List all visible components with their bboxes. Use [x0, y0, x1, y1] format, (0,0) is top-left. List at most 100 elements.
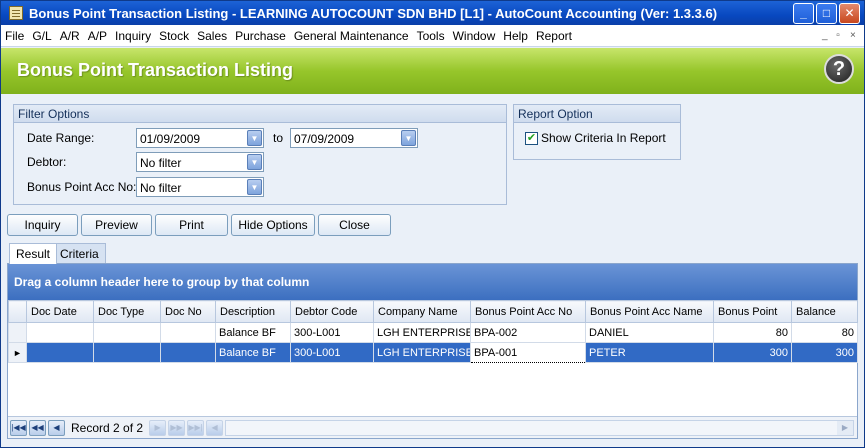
chevron-down-icon[interactable]: ▼	[247, 179, 262, 195]
col-header-bonus-acc-no[interactable]: Bonus Point Acc No	[470, 300, 586, 323]
app-icon	[9, 6, 23, 20]
cell-doc-date[interactable]	[26, 322, 94, 343]
col-header-doc-date[interactable]: Doc Date	[26, 300, 94, 323]
menu-report[interactable]: Report	[532, 29, 576, 43]
close-window-button[interactable]: ✕	[839, 2, 860, 24]
table-row-selected[interactable]: ► Balance BF 300-L001 LGH ENTERPRISE BPA…	[8, 342, 858, 363]
scroll-left-icon[interactable]: ◀	[206, 419, 224, 436]
table-row[interactable]: Balance BF 300-L001 LGH ENTERPRISE BPA-0…	[8, 322, 858, 343]
last-record-icon[interactable]: ▶▶|	[187, 419, 205, 436]
result-grid: Doc Date Doc Type Doc No Description Deb…	[8, 300, 858, 363]
mdi-controls: _ ▫ ×	[818, 30, 858, 42]
cell-doc-type[interactable]	[93, 342, 161, 363]
row-indicator[interactable]	[8, 322, 27, 343]
col-header-doc-no[interactable]: Doc No	[160, 300, 216, 323]
menu-help[interactable]: Help	[499, 29, 532, 43]
chevron-down-icon[interactable]: ▼	[401, 130, 416, 146]
debtor-select[interactable]: No filter ▼	[136, 152, 264, 172]
date-from-field[interactable]: 01/09/2009 ▼	[136, 128, 264, 148]
date-range-label: Date Range:	[27, 131, 95, 145]
col-header-company-name[interactable]: Company Name	[373, 300, 471, 323]
inquiry-button[interactable]: Inquiry	[7, 214, 78, 236]
tab-criteria[interactable]: Criteria	[53, 243, 106, 263]
col-header-balance[interactable]: Balance	[791, 300, 858, 323]
to-label: to	[273, 131, 284, 145]
prev-record-icon[interactable]: ◀	[48, 419, 65, 436]
menu-file[interactable]: File	[1, 29, 28, 43]
cell-doc-no[interactable]	[160, 342, 216, 363]
cell-bonus-point[interactable]: 300	[713, 342, 792, 363]
menu-purchase[interactable]: Purchase	[231, 29, 290, 43]
cell-doc-no[interactable]	[160, 322, 216, 343]
print-button[interactable]: Print	[155, 214, 228, 236]
tab-result[interactable]: Result	[9, 243, 58, 264]
cell-company-name[interactable]: LGH ENTERPRISE	[373, 322, 471, 343]
mdi-close-button[interactable]: ×	[846, 30, 858, 42]
debtor-value: No filter	[140, 156, 182, 170]
horizontal-scrollbar[interactable]: ▶	[225, 419, 854, 436]
col-header-bonus-point[interactable]: Bonus Point	[713, 300, 792, 323]
window-title: Bonus Point Transaction Listing - LEARNI…	[29, 5, 718, 21]
show-criteria-label[interactable]: Show Criteria In Report	[541, 131, 666, 145]
cell-debtor-code[interactable]: 300-L001	[290, 342, 374, 363]
menu-sales[interactable]: Sales	[193, 29, 231, 43]
show-criteria-checkbox[interactable]: ✔	[525, 132, 538, 145]
menu-ap[interactable]: A/P	[84, 29, 111, 43]
col-header-debtor-code[interactable]: Debtor Code	[290, 300, 374, 323]
mdi-restore-button[interactable]: ▫	[832, 30, 844, 42]
selected-row-indicator-icon[interactable]: ►	[8, 342, 27, 363]
bonus-acc-value: No filter	[140, 181, 182, 195]
first-record-icon[interactable]: |◀◀	[10, 419, 27, 436]
close-button[interactable]: Close	[318, 214, 391, 236]
prev-page-icon[interactable]: ◀◀	[29, 419, 46, 436]
title-bar[interactable]: Bonus Point Transaction Listing - LEARNI…	[1, 1, 864, 25]
filter-options-title: Filter Options	[14, 105, 506, 123]
maximize-button[interactable]: □	[816, 2, 837, 24]
chevron-down-icon[interactable]: ▼	[247, 154, 262, 170]
menu-ar[interactable]: A/R	[56, 29, 84, 43]
scroll-right-icon[interactable]: ▶	[837, 420, 853, 435]
cell-bonus-acc-name[interactable]: DANIEL	[585, 322, 714, 343]
cell-bonus-point[interactable]: 80	[713, 322, 792, 343]
hide-options-button[interactable]: Hide Options	[231, 214, 315, 236]
cell-description[interactable]: Balance BF	[215, 342, 291, 363]
debtor-label: Debtor:	[27, 155, 67, 169]
preview-button[interactable]: Preview	[81, 214, 152, 236]
col-header-bonus-acc-name[interactable]: Bonus Point Acc Name	[585, 300, 714, 323]
next-record-icon[interactable]: ▶	[149, 419, 167, 436]
menu-general-maintenance[interactable]: General Maintenance	[290, 29, 413, 43]
cell-balance[interactable]: 300	[791, 342, 858, 363]
minimize-button[interactable]: _	[793, 2, 814, 24]
cell-balance[interactable]: 80	[791, 322, 858, 343]
menu-window[interactable]: Window	[449, 29, 500, 43]
bonus-acc-label: Bonus Point Acc No:	[27, 180, 137, 194]
menu-gl[interactable]: G/L	[28, 29, 55, 43]
next-page-icon[interactable]: ▶▶	[168, 419, 186, 436]
record-navigator: |◀◀ ◀◀ ◀ Record 2 of 2 ▶ ▶▶ ▶▶| ◀ ▶	[8, 416, 857, 438]
mdi-minimize-button[interactable]: _	[818, 30, 830, 42]
page-header: Bonus Point Transaction Listing ?	[1, 48, 864, 94]
date-to-value: 07/09/2009	[294, 132, 355, 146]
menu-stock[interactable]: Stock	[155, 29, 193, 43]
date-from-value: 01/09/2009	[140, 132, 201, 146]
menu-inquiry[interactable]: Inquiry	[111, 29, 155, 43]
cell-doc-type[interactable]	[93, 322, 161, 343]
cell-doc-date[interactable]	[26, 342, 94, 363]
record-count-text: Record 2 of 2	[71, 420, 144, 435]
cell-description[interactable]: Balance BF	[215, 322, 291, 343]
cell-bonus-acc-no[interactable]: BPA-002	[470, 322, 586, 343]
date-to-field[interactable]: 07/09/2009 ▼	[290, 128, 418, 148]
col-header-description[interactable]: Description	[215, 300, 291, 323]
bonus-acc-select[interactable]: No filter ▼	[136, 177, 264, 197]
help-icon[interactable]: ?	[824, 54, 854, 84]
cell-bonus-acc-name[interactable]: PETER	[585, 342, 714, 363]
group-by-panel[interactable]: Drag a column header here to group by th…	[8, 264, 857, 300]
cell-debtor-code[interactable]: 300-L001	[290, 322, 374, 343]
col-header-doc-type[interactable]: Doc Type	[93, 300, 161, 323]
menu-tools[interactable]: Tools	[413, 29, 449, 43]
result-grid-panel: Drag a column header here to group by th…	[7, 263, 858, 439]
cell-company-name[interactable]: LGH ENTERPRISE	[373, 342, 471, 363]
row-indicator-header	[8, 300, 27, 323]
cell-bonus-acc-no-focused[interactable]: BPA-001	[470, 342, 586, 363]
chevron-down-icon[interactable]: ▼	[247, 130, 262, 146]
